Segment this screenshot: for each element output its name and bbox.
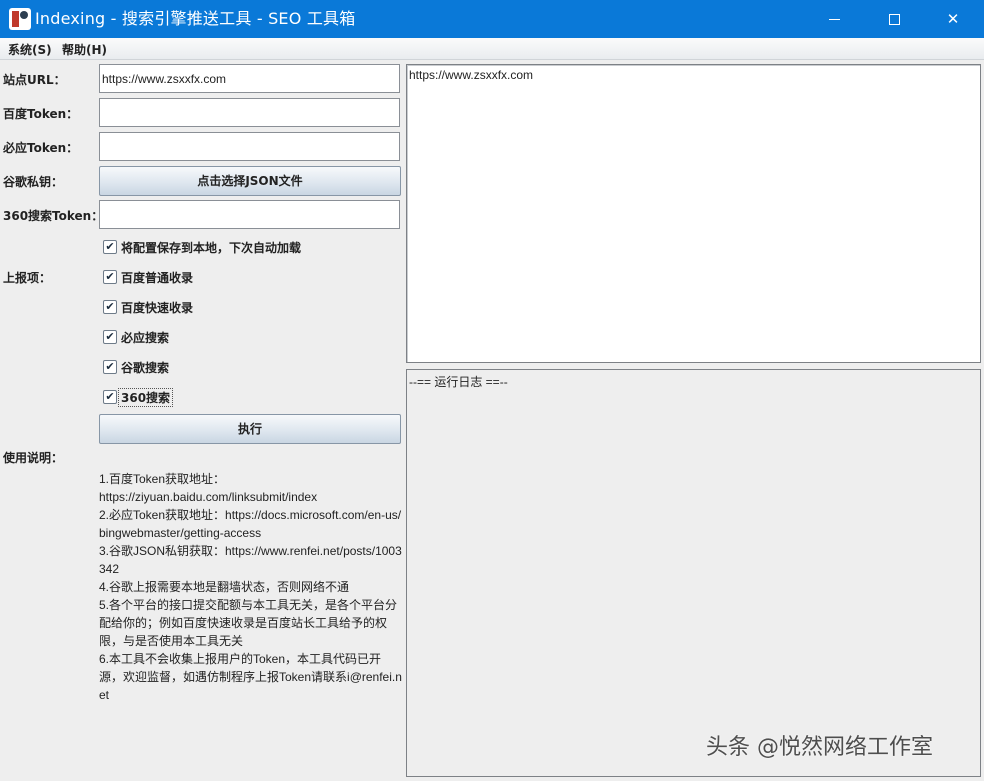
select-json-button[interactable]: 点击选择JSON文件 (99, 166, 401, 196)
menu-system[interactable]: 系统(S) (8, 41, 52, 58)
url-list-textarea[interactable]: https://www.zsxxfx.com (406, 64, 981, 363)
minimize-button[interactable] (811, 0, 857, 38)
site-url-input[interactable]: https://www.zsxxfx.com (99, 64, 400, 93)
close-button[interactable]: ✕ (930, 0, 976, 38)
usage-line: 6.本工具不会收集上报用户的Token，本工具代码已开源，欢迎监督，如遇仿制程序… (99, 652, 402, 702)
menu-bar: 系统(S) 帮助(H) (0, 38, 984, 60)
token360-label: 360搜索Token： (3, 209, 104, 223)
site-url-label: 站点URL： (3, 73, 66, 87)
run-button[interactable]: 执行 (99, 414, 401, 444)
search360-label: 360搜索 (118, 388, 174, 407)
save-config-checkbox[interactable]: ✔ (103, 240, 117, 254)
usage-label: 使用说明： (3, 451, 64, 465)
baidu-token-label: 百度Token： (3, 107, 79, 121)
run-log-area[interactable]: --== 运行日志 ==-- (406, 369, 981, 777)
watermark: 头条 @悦然网络工作室 (706, 735, 933, 760)
baidu-normal-label: 百度普通收录 (121, 271, 194, 285)
usage-line: 2.必应Token获取地址：https://docs.microsoft.com… (99, 508, 402, 540)
search360-checkbox[interactable]: ✔ (103, 390, 117, 404)
baidu-fast-label: 百度快速收录 (121, 301, 194, 315)
maximize-icon (888, 14, 900, 25)
minimize-icon (828, 19, 840, 20)
bing-search-label: 必应搜索 (121, 331, 170, 345)
close-icon: ✕ (946, 10, 960, 28)
menu-help[interactable]: 帮助(H) (62, 41, 107, 58)
report-items-label: 上报项： (3, 271, 52, 285)
app-window: Indexing - 搜索引擎推送工具 - SEO 工具箱 ✕ 系统(S) 帮助… (0, 0, 984, 781)
google-search-checkbox[interactable]: ✔ (103, 360, 117, 374)
bing-search-checkbox[interactable]: ✔ (103, 330, 117, 344)
token360-input[interactable] (99, 200, 400, 229)
google-key-label: 谷歌私钥： (3, 175, 64, 189)
usage-line: 4.谷歌上报需要本地是翻墙状态，否则网络不通 (99, 580, 350, 594)
baidu-fast-checkbox[interactable]: ✔ (103, 300, 117, 314)
save-config-label: 将配置保存到本地，下次自动加载 (121, 241, 302, 255)
bing-token-label: 必应Token： (3, 141, 79, 155)
maximize-button[interactable] (871, 0, 917, 38)
baidu-token-input[interactable] (99, 98, 400, 127)
window-title: Indexing - 搜索引擎推送工具 - SEO 工具箱 (35, 9, 356, 28)
title-bar: Indexing - 搜索引擎推送工具 - SEO 工具箱 ✕ (0, 0, 984, 38)
usage-text: 1.百度Token获取地址： https://ziyuan.baidu.com/… (99, 470, 403, 704)
usage-line: 1.百度Token获取地址： https://ziyuan.baidu.com/… (99, 472, 318, 504)
bing-token-input[interactable] (99, 132, 400, 161)
usage-line: 5.各个平台的接口提交配额与本工具无关，是各个平台分配给你的；例如百度快速收录是… (99, 598, 398, 648)
baidu-normal-checkbox[interactable]: ✔ (103, 270, 117, 284)
usage-line: 3.谷歌JSON私钥获取：https://www.renfei.net/post… (99, 544, 402, 576)
app-logo-icon (9, 8, 31, 30)
google-search-label: 谷歌搜索 (121, 361, 170, 375)
